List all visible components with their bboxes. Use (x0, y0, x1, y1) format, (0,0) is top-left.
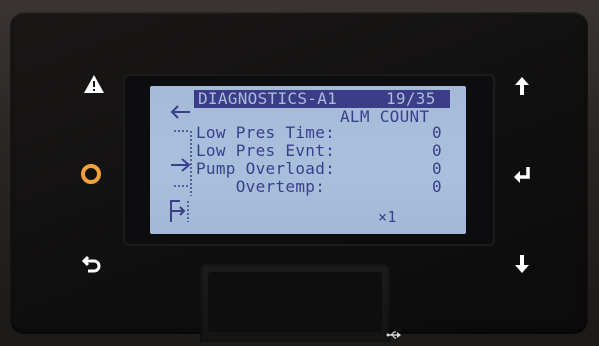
row-pump-overload-label: Pump Overload: (196, 159, 336, 178)
enter-arrow-icon (511, 165, 533, 185)
ring-icon (80, 163, 102, 185)
column-header: ALM COUNT (340, 107, 430, 126)
alarm-button[interactable] (74, 64, 114, 104)
exit-door-icon (168, 198, 192, 229)
escape-button[interactable] (72, 244, 112, 284)
page-title: DIAGNOSTICS-A1 (198, 89, 338, 108)
back-arrow-icon (81, 253, 103, 275)
row-pump-overload-value: 0 (432, 159, 442, 178)
row-overtemp-value: 0 (432, 177, 442, 196)
cursor-arrow-icon (170, 158, 192, 177)
connector-housing (200, 262, 390, 342)
warning-triangle-icon (83, 74, 105, 94)
controller-device: DIAGNOSTICS-A1 19/35 ALM COUNT Low Pres … (0, 0, 599, 346)
row-low-pres-time-label: Low Pres Time: (196, 123, 336, 142)
lcd-screen: DIAGNOSTICS-A1 19/35 ALM COUNT Low Pres … (150, 86, 466, 234)
page-indicator: 19/35 (386, 89, 436, 108)
row-overtemp-label: Overtemp: (196, 177, 326, 196)
prg-button[interactable] (71, 154, 111, 194)
down-button[interactable] (502, 244, 542, 284)
usb-icon (386, 330, 402, 343)
up-button[interactable] (502, 66, 542, 106)
back-nav-arrow-icon (170, 104, 192, 125)
row-low-pres-time-value: 0 (432, 123, 442, 142)
arrow-up-icon (512, 75, 532, 97)
row-low-pres-evnt-label: Low Pres Evnt: (196, 141, 336, 160)
row-low-pres-evnt-value: 0 (432, 141, 442, 160)
multiplier-indicator: ×1 (378, 208, 397, 226)
enter-button[interactable] (502, 155, 542, 195)
arrow-down-icon (512, 253, 532, 275)
connector-slot (208, 272, 382, 332)
